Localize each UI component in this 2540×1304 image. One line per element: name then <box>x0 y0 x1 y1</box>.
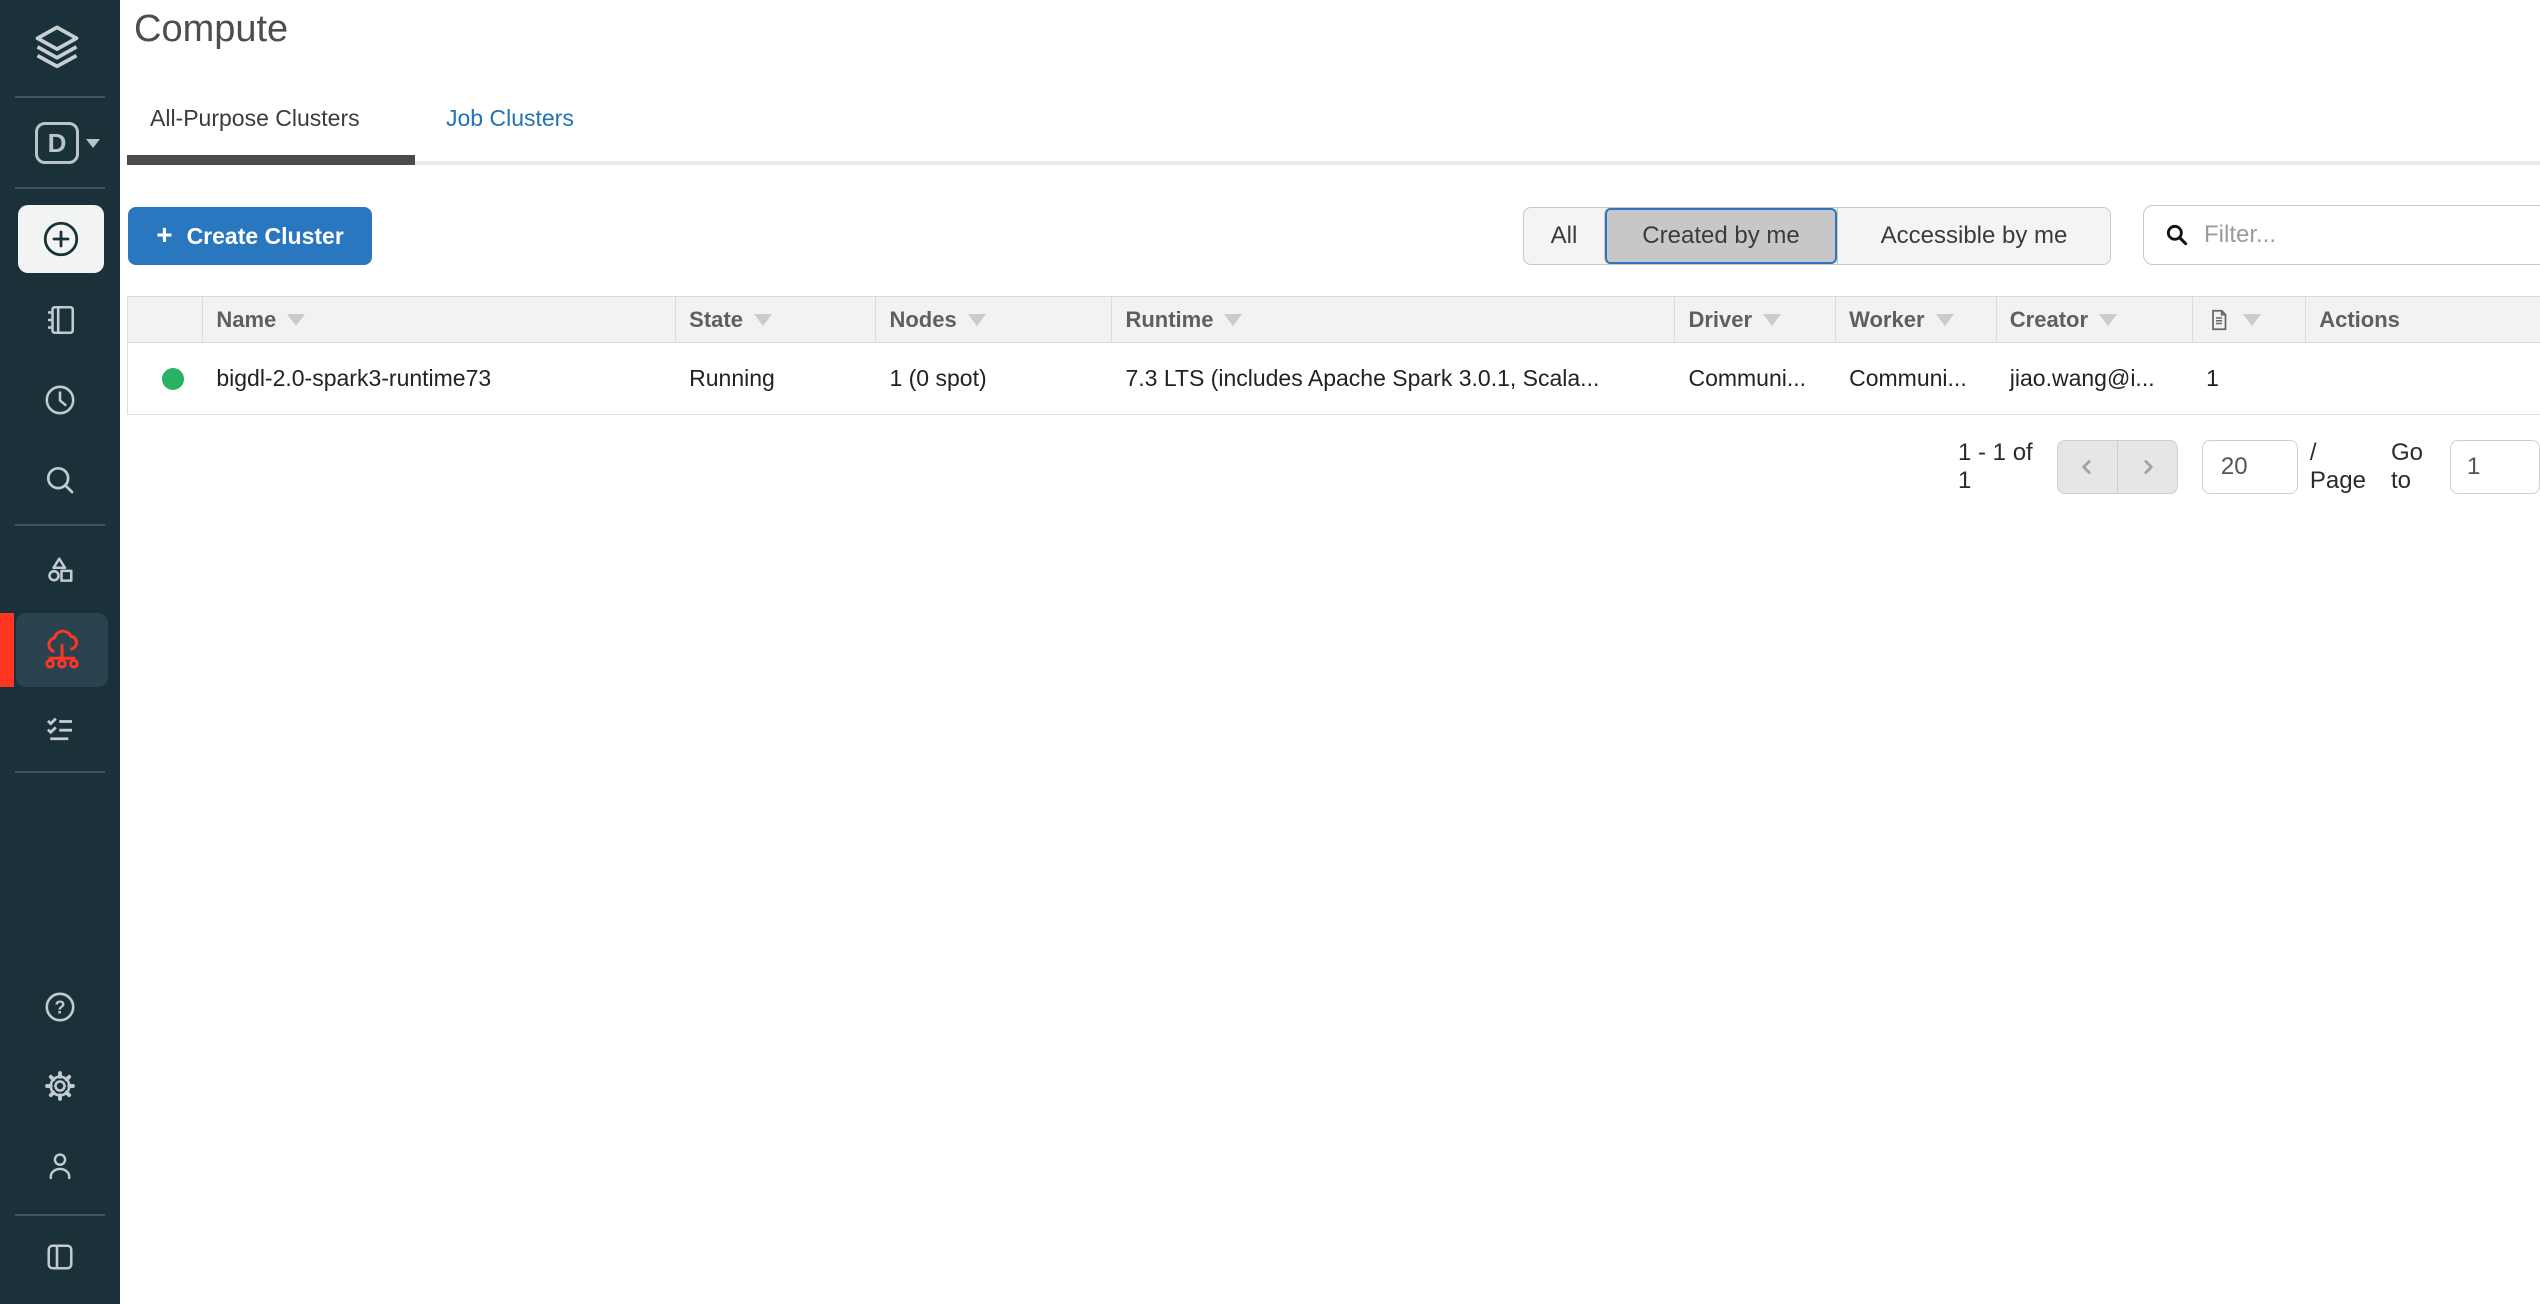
sidebar-item-create[interactable] <box>18 205 104 273</box>
segment-all[interactable]: All <box>1524 208 1604 264</box>
svg-text:?: ? <box>55 997 66 1017</box>
segment-created-by-me[interactable]: Created by me <box>1604 208 1837 264</box>
sidebar-item-help[interactable]: ? <box>42 989 78 1025</box>
search-icon <box>2164 222 2190 248</box>
sidebar-item-workspace[interactable] <box>42 302 78 338</box>
sort-icon[interactable] <box>1936 314 1954 326</box>
page-size-input[interactable] <box>2202 440 2298 494</box>
column-worker[interactable]: Worker <box>1836 297 1997 342</box>
sidebar-item-collapse[interactable] <box>42 1239 78 1275</box>
clock-icon <box>42 382 78 418</box>
help-icon: ? <box>42 989 78 1025</box>
cell-state: Running <box>676 343 876 414</box>
checklist-icon <box>42 711 78 747</box>
column-state[interactable]: State <box>676 297 876 342</box>
sidebar-divider <box>15 771 105 773</box>
notebook-icon <box>42 302 78 338</box>
create-cluster-label: Create Cluster <box>187 223 344 250</box>
column-name[interactable]: Name <box>203 297 676 342</box>
pagination-buttons <box>2057 440 2178 494</box>
databricks-layers-icon <box>31 22 83 74</box>
sort-icon[interactable] <box>2099 314 2117 326</box>
cluster-filter-segmented-control: All Created by me Accessible by me <box>1523 207 2111 265</box>
cell-notebooks: 1 <box>2193 343 2306 414</box>
cell-nodes: 1 (0 spot) <box>876 343 1112 414</box>
segment-accessible-by-me[interactable]: Accessible by me <box>1837 208 2110 264</box>
cell-actions <box>2306 343 2540 414</box>
page-title: Compute <box>134 8 288 51</box>
sort-icon[interactable] <box>1763 314 1781 326</box>
cell-runtime: 7.3 LTS (includes Apache Spark 3.0.1, Sc… <box>1112 343 1675 414</box>
sort-icon[interactable] <box>287 314 305 326</box>
sidebar-item-search[interactable] <box>42 462 78 498</box>
sidebar-item-recents[interactable] <box>42 382 78 418</box>
tabs-baseline <box>127 161 2540 165</box>
active-item-indicator <box>0 613 14 687</box>
sidebar-item-settings[interactable] <box>42 1068 78 1104</box>
cell-driver: Communi... <box>1675 343 1836 414</box>
databricks-logo[interactable] <box>31 22 83 74</box>
sort-icon[interactable] <box>1224 314 1242 326</box>
sidebar-divider <box>15 524 105 526</box>
sidebar-item-compute[interactable] <box>16 613 108 687</box>
sidebar-item-workspace-switcher[interactable]: D <box>35 122 100 164</box>
person-icon <box>43 1149 77 1183</box>
sidebar-divider <box>15 1214 105 1216</box>
filter-input-container <box>2143 205 2540 265</box>
column-driver[interactable]: Driver <box>1675 297 1836 342</box>
plus-icon: + <box>156 221 172 249</box>
panel-toggle-icon <box>42 1239 78 1275</box>
chevron-left-icon <box>2078 458 2096 476</box>
search-icon <box>42 462 78 498</box>
goto-page-input[interactable] <box>2450 440 2540 494</box>
pagination: 1 - 1 of 1 / Page Go to <box>1950 439 2540 494</box>
chevron-right-icon <box>2139 458 2157 476</box>
chevron-down-icon <box>86 139 100 148</box>
cluster-cloud-icon <box>40 628 84 672</box>
plus-circle-icon <box>40 218 82 260</box>
sort-icon[interactable] <box>2243 314 2261 326</box>
workspace-initial: D <box>35 122 79 164</box>
next-page-button[interactable] <box>2117 441 2177 493</box>
table-row[interactable]: bigdl-2.0-spark3-runtime73 Running 1 (0 … <box>127 343 2540 415</box>
cell-name[interactable]: bigdl-2.0-spark3-runtime73 <box>203 343 676 414</box>
cell-status <box>128 343 203 414</box>
sidebar-divider <box>15 96 105 98</box>
column-runtime[interactable]: Runtime <box>1112 297 1675 342</box>
cell-creator: jiao.wang@i... <box>1997 343 2193 414</box>
shapes-icon <box>42 552 78 588</box>
sidebar-item-account[interactable] <box>43 1149 77 1183</box>
clusters-table: Name State Nodes Runtime Driver Worker C… <box>127 296 2540 415</box>
column-status <box>128 297 203 342</box>
gear-icon <box>42 1068 78 1104</box>
sort-icon[interactable] <box>754 314 772 326</box>
per-page-label: / Page <box>2310 439 2369 495</box>
create-cluster-button[interactable]: + Create Cluster <box>128 207 372 265</box>
sidebar-divider <box>15 187 105 189</box>
active-tab-underline <box>127 155 415 165</box>
cell-worker: Communi... <box>1836 343 1997 414</box>
pagination-range: 1 - 1 of 1 <box>1958 439 2039 495</box>
column-actions: Actions <box>2306 297 2540 342</box>
column-creator[interactable]: Creator <box>1997 297 2193 342</box>
goto-label: Go to <box>2391 439 2441 495</box>
previous-page-button[interactable] <box>2058 441 2118 493</box>
table-header-row: Name State Nodes Runtime Driver Worker C… <box>127 296 2540 343</box>
column-notebooks[interactable] <box>2193 297 2306 342</box>
running-status-dot <box>162 368 184 390</box>
column-nodes[interactable]: Nodes <box>876 297 1112 342</box>
tab-all-purpose-clusters[interactable]: All-Purpose Clusters <box>150 105 360 132</box>
sidebar: D <box>0 0 120 1304</box>
sort-icon[interactable] <box>968 314 986 326</box>
sidebar-item-experiments[interactable] <box>42 552 78 588</box>
filter-input[interactable] <box>2204 221 2504 249</box>
sidebar-item-jobs[interactable] <box>42 711 78 747</box>
tab-job-clusters[interactable]: Job Clusters <box>446 105 574 132</box>
notebook-count-icon <box>2206 307 2232 333</box>
